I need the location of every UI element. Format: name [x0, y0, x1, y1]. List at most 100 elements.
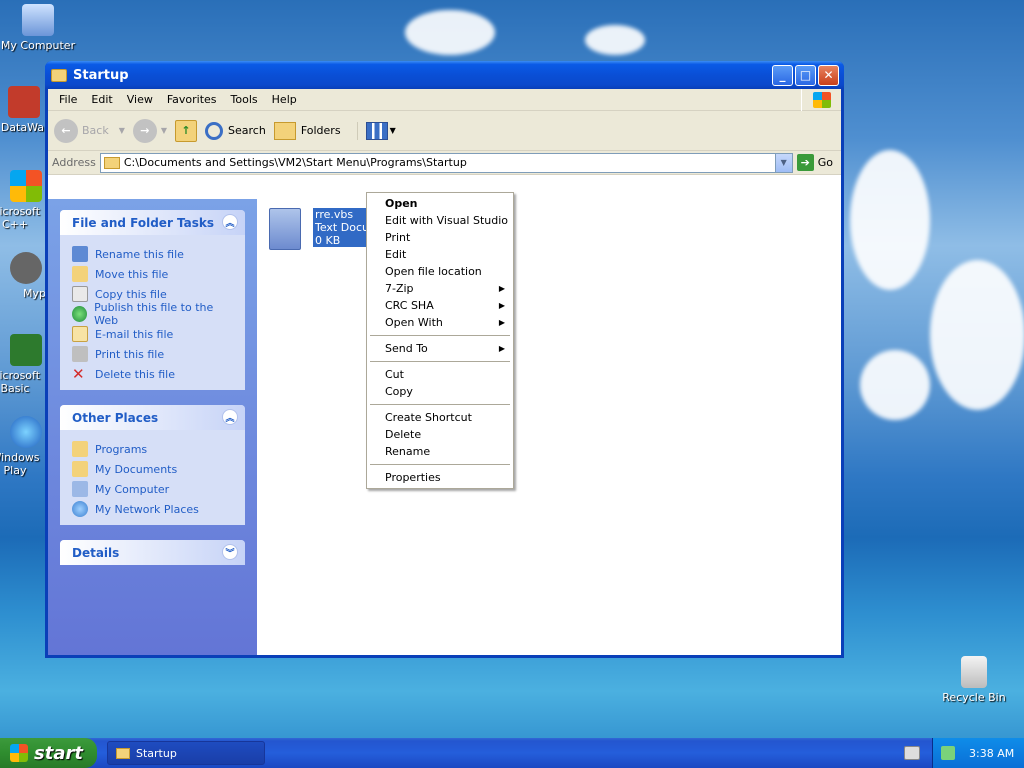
submenu-arrow-icon: ▶: [498, 344, 505, 353]
clock: 3:38 AM: [969, 746, 1015, 760]
context-menu-item-copy[interactable]: Copy: [367, 383, 513, 400]
move-icon: [72, 266, 88, 282]
task-publish-web[interactable]: Publish this file to the Web: [72, 301, 233, 327]
up-folder-button[interactable]: ↑: [175, 119, 198, 142]
address-value: C:\Documents and Settings\VM2\Start Menu…: [123, 156, 467, 169]
folder-icon: [103, 156, 120, 169]
menu-help[interactable]: Help: [265, 93, 304, 106]
submenu-arrow-icon: ▶: [498, 284, 505, 293]
menu-edit[interactable]: Edit: [84, 93, 119, 106]
context-menu-item-open-with[interactable]: Open With ▶: [367, 314, 513, 331]
desktop-icon-label: Myp: [23, 287, 46, 300]
taskbar-button-startup[interactable]: Startup: [107, 741, 265, 765]
context-menu-item-open-file-location[interactable]: Open file location: [367, 263, 513, 280]
globe-icon: [72, 306, 88, 322]
context-menu-item-create-shortcut[interactable]: Create Shortcut: [367, 409, 513, 426]
address-label: Address: [52, 156, 96, 169]
panel-header[interactable]: Details ︾: [60, 540, 245, 565]
desktop-icon-label: Microsoft Basic: [0, 369, 41, 395]
cloud: [585, 25, 645, 55]
desktop-icon-recycle-bin[interactable]: Recycle Bin: [936, 656, 1012, 704]
menu-favorites[interactable]: Favorites: [160, 93, 224, 106]
basic-icon: [10, 334, 42, 366]
place-my-documents[interactable]: My Documents: [72, 459, 233, 479]
desktop-icon-label: Microsoft C++: [0, 205, 41, 231]
go-button[interactable]: ➔ Go: [796, 154, 833, 171]
menu-separator: [370, 404, 510, 405]
taskbar: start Startup 3:38 AM: [0, 738, 1024, 768]
windows-logo-icon: [801, 89, 841, 111]
cloud: [860, 350, 930, 420]
context-menu-item-delete[interactable]: Delete: [367, 426, 513, 443]
desktop-icon-myp[interactable]: Myp: [0, 252, 46, 300]
back-arrow-icon: ←: [54, 118, 78, 143]
context-menu-item-7-zip[interactable]: 7-Zip ▶: [367, 280, 513, 297]
context-menu-item-send-to[interactable]: Send To ▶: [367, 340, 513, 357]
collapse-icon[interactable]: ︽: [222, 214, 238, 230]
title-bar[interactable]: Startup _ □ ✕: [45, 61, 844, 89]
details-panel: Details ︾: [60, 540, 245, 565]
context-menu-item-properties[interactable]: Properties: [367, 469, 513, 486]
views-button[interactable]: ▼: [356, 121, 396, 140]
menu-view[interactable]: View: [120, 93, 160, 106]
place-my-network[interactable]: My Network Places: [72, 499, 233, 519]
address-input[interactable]: C:\Documents and Settings\VM2\Start Menu…: [99, 152, 793, 173]
forward-button[interactable]: → ▼: [132, 118, 167, 143]
go-arrow-icon: ➔: [796, 154, 814, 171]
desktop-icon-microsoft-basic[interactable]: Microsoft Basic: [0, 334, 46, 395]
delete-x-icon: ✕: [72, 365, 85, 383]
panel-header[interactable]: File and Folder Tasks ︽: [60, 210, 245, 235]
desktop-icon-windows-player[interactable]: Windows Play: [0, 416, 46, 477]
context-menu-item-cut[interactable]: Cut: [367, 366, 513, 383]
desktop-icon-label: Windows Play: [0, 451, 40, 477]
task-move-file[interactable]: Move this file: [72, 264, 233, 284]
keyboard-icon[interactable]: [904, 746, 920, 760]
address-dropdown-button[interactable]: ▼: [774, 153, 792, 172]
collapse-icon[interactable]: ︽: [222, 409, 238, 425]
search-icon: [205, 121, 224, 140]
place-my-computer[interactable]: My Computer: [72, 479, 233, 499]
back-button[interactable]: ← Back ▼: [54, 118, 125, 143]
raccoon-icon: [10, 252, 42, 284]
start-button[interactable]: start: [0, 738, 97, 768]
views-icon: [365, 121, 388, 140]
menu-file[interactable]: File: [52, 93, 84, 106]
desktop-icon-microsoft-cpp[interactable]: Microsoft C++: [0, 170, 46, 231]
context-menu: Open Edit with Visual Studio Print Edit Open…: [366, 192, 514, 489]
search-button[interactable]: Search: [205, 121, 266, 140]
context-menu-item-print[interactable]: Print: [367, 229, 513, 246]
toolbar: ← Back ▼ → ▼ ↑ Search Folders ▼: [48, 111, 841, 151]
task-rename-file[interactable]: Rename this file: [72, 244, 233, 264]
file-list-area[interactable]: rre.vbs Text Docu 0 KB: [257, 199, 841, 655]
close-button[interactable]: ✕: [818, 64, 839, 86]
context-menu-item-edit[interactable]: Edit: [367, 246, 513, 263]
menu-tools[interactable]: Tools: [224, 93, 265, 106]
panel-header[interactable]: Other Places ︽: [60, 405, 245, 430]
task-print-file[interactable]: Print this file: [72, 344, 233, 364]
context-menu-item-edit-with-visual-studio[interactable]: Edit with Visual Studio: [367, 212, 513, 229]
folders-button[interactable]: Folders: [273, 121, 341, 140]
desktop-icon-label: DataWa: [0, 121, 44, 134]
window-title: Startup: [73, 67, 129, 83]
task-delete-file[interactable]: ✕ Delete this file: [72, 364, 233, 384]
maximize-button[interactable]: □: [795, 64, 816, 86]
documents-icon: [72, 461, 88, 477]
minimize-button[interactable]: _: [772, 64, 793, 86]
network-tray-icon[interactable]: [941, 746, 955, 760]
text-document-icon: [269, 208, 301, 250]
folders-icon: [273, 121, 296, 140]
context-menu-item-crc-sha[interactable]: CRC SHA ▶: [367, 297, 513, 314]
network-icon: [72, 501, 88, 517]
place-programs[interactable]: Programs: [72, 439, 233, 459]
cloud: [930, 260, 1024, 410]
desktop-icon-datawa[interactable]: DataWa: [0, 86, 44, 134]
printer-icon: [72, 346, 88, 362]
chevron-down-icon: ▼: [389, 126, 396, 135]
context-menu-item-rename[interactable]: Rename: [367, 443, 513, 460]
task-email-file[interactable]: E-mail this file: [72, 324, 233, 344]
desktop-icon-my-computer[interactable]: My Computer: [0, 4, 76, 52]
forward-arrow-icon: →: [132, 118, 157, 143]
context-menu-item-open[interactable]: Open: [367, 195, 513, 212]
expand-icon[interactable]: ︾: [222, 544, 238, 560]
other-places-panel: Other Places ︽ Programs My Documents My …: [60, 405, 245, 525]
